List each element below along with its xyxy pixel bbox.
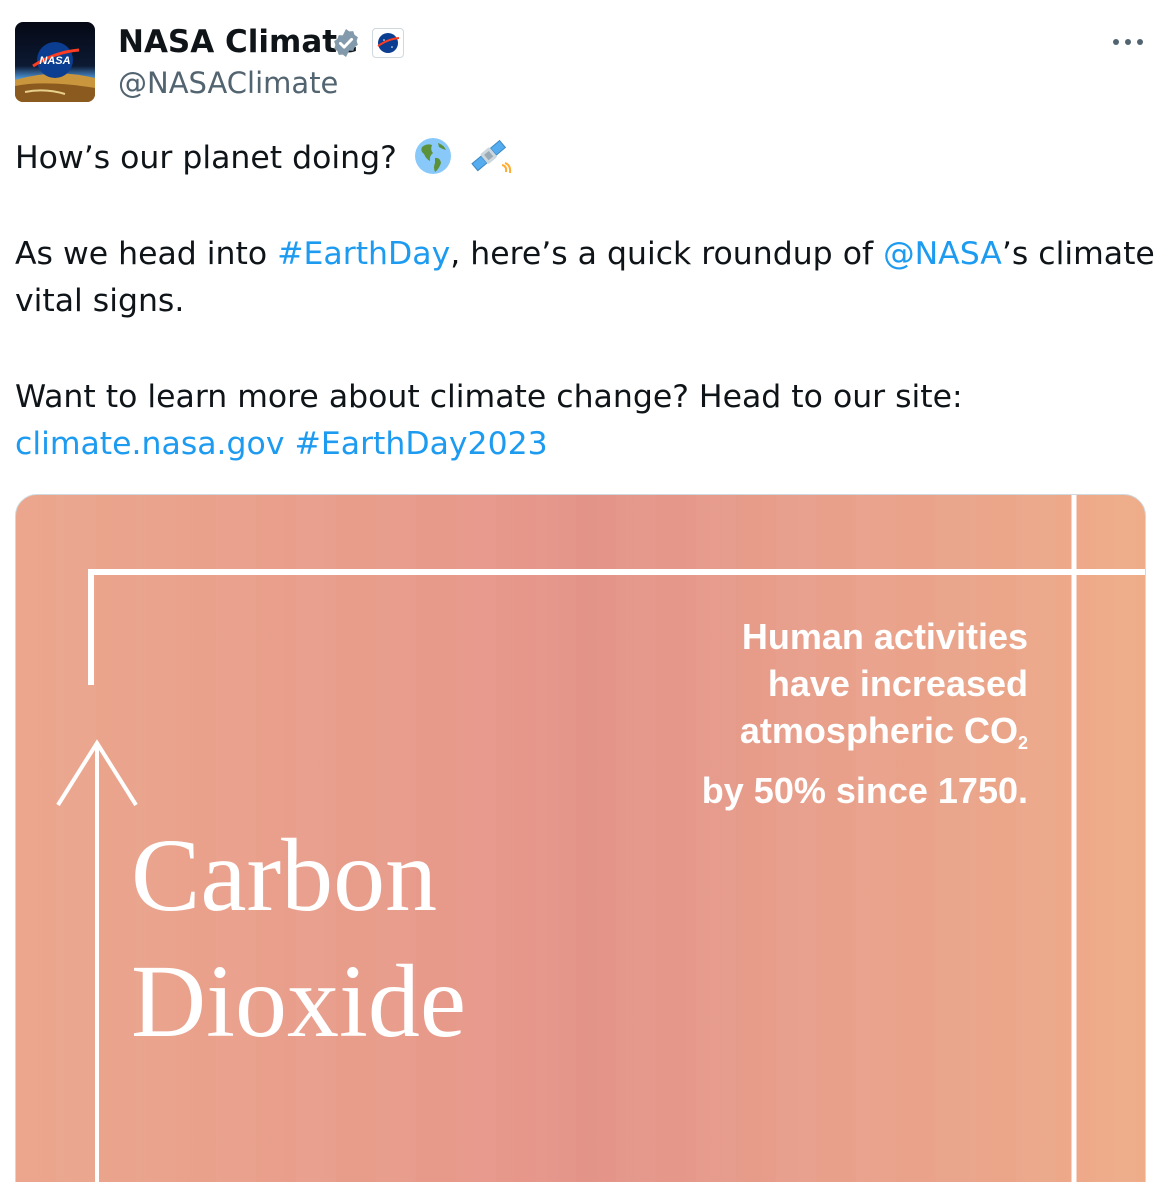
tweet: NASA NASA Climate @NASAClimate How’s our…	[0, 0, 1170, 1182]
nasa-meatball-icon	[377, 33, 400, 53]
author-handle[interactable]: @NASAClimate	[118, 64, 338, 102]
fact-subscript: 2	[1017, 733, 1028, 753]
fact-line: by 50% since 1750.	[701, 770, 1028, 811]
fact-line: have increased	[767, 663, 1028, 704]
tweet-text-line: vital signs.	[15, 283, 185, 319]
tweet-text-line: climate.nasa.gov #EarthDay2023	[15, 421, 548, 468]
tweet-text-segment: ’s climate	[1001, 236, 1155, 272]
affiliate-badge-icon[interactable]	[372, 28, 404, 58]
tweet-text-line: How’s our planet doing?	[15, 135, 513, 190]
avatar-logo-text: NASA	[39, 55, 70, 67]
satellite-icon	[469, 136, 513, 190]
tweet-text-line: As we head into #EarthDay, here’s a quic…	[15, 231, 1155, 278]
mention-nasa-link[interactable]: @NASA	[883, 236, 1002, 272]
avatar[interactable]: NASA	[15, 22, 95, 102]
fact-line: atmospheric CO2	[702, 707, 1028, 767]
tweet-media-image[interactable]: Human activities have increased atmosphe…	[15, 494, 1146, 1182]
tweet-text-segment: , here’s a quick roundup of	[450, 236, 884, 272]
hashtag-earthday2023-link[interactable]: #EarthDay2023	[294, 426, 547, 462]
verified-badge-icon[interactable]	[330, 27, 362, 59]
tweet-text-segment: As we head into	[15, 236, 278, 272]
carbon-dioxide-headline: Carbon Dioxide	[131, 813, 466, 1065]
more-options-icon[interactable]	[1110, 32, 1146, 52]
author-name[interactable]: NASA Climate	[118, 22, 358, 62]
co2-fact-text: Human activities have increased atmosphe…	[702, 613, 1028, 814]
hashtag-earthday-link[interactable]: #EarthDay	[277, 236, 450, 272]
tweet-text-line: Want to learn more about climate change?…	[15, 379, 963, 415]
fact-line: Human activities	[741, 616, 1028, 657]
headline-line: Dioxide	[131, 944, 467, 1059]
fact-co-text: atmospheric CO	[739, 710, 1018, 751]
nasa-avatar-image: NASA	[15, 22, 95, 102]
globe-americas-icon	[413, 136, 453, 190]
climate-site-link[interactable]: climate.nasa.gov	[15, 426, 284, 462]
tweet-question: How’s our planet doing?	[15, 140, 397, 176]
headline-line: Carbon	[131, 818, 438, 933]
